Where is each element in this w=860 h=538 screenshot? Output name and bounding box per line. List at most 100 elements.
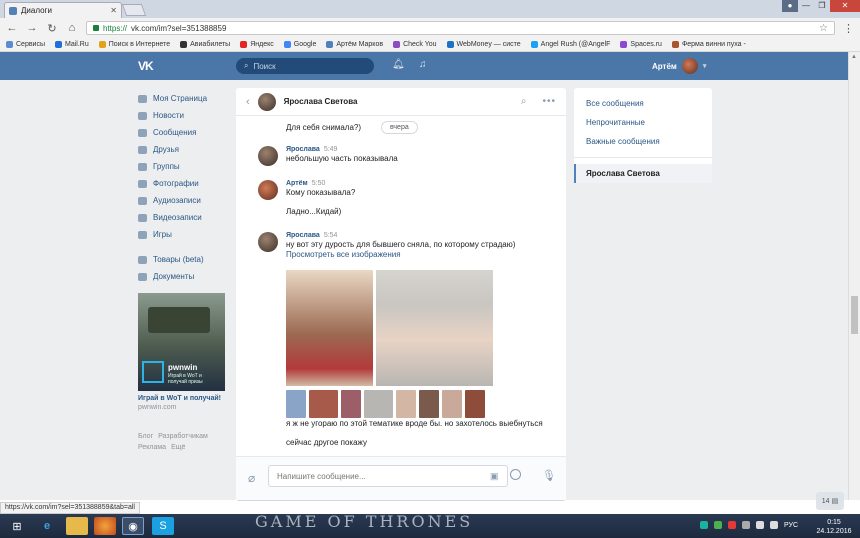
photo[interactable] xyxy=(376,270,493,386)
avatar[interactable] xyxy=(258,180,278,200)
bookmark-item[interactable]: Check You xyxy=(393,41,437,48)
bell-icon[interactable]: 🔔︎ xyxy=(392,59,405,70)
url-field[interactable]: https://vk.com/im?sel=351388859 ☆ xyxy=(86,21,835,35)
nav-games[interactable]: Игры xyxy=(138,226,228,243)
language-indicator[interactable]: РУС xyxy=(784,522,798,529)
bookmark-item[interactable]: Ферма винни пуха - xyxy=(671,41,746,48)
camera-icon[interactable]: ▣ xyxy=(490,471,499,482)
bookmark-item[interactable]: Сервисы xyxy=(6,41,45,48)
vk-logo[interactable]: VK xyxy=(138,59,154,73)
tray-app-icon[interactable] xyxy=(742,521,750,529)
music-icon[interactable]: ♫ xyxy=(419,59,427,70)
photo-thumb[interactable] xyxy=(309,390,338,418)
timestamp: 5:50 xyxy=(311,180,326,187)
browser-menu-icon[interactable]: ⋮ xyxy=(843,22,854,35)
ad-title[interactable]: Играй в WoT и получай! xyxy=(138,395,225,402)
selected-dialog[interactable]: Ярослава Светова xyxy=(574,164,712,183)
peer-name[interactable]: Ярослава Светова xyxy=(284,97,358,106)
paperclip-icon[interactable]: ⌀ xyxy=(248,471,255,485)
bookmark-item[interactable]: WebMoney — систе xyxy=(446,41,521,48)
bookmark-item[interactable]: Mail.Ru xyxy=(55,41,89,48)
photo-thumb[interactable] xyxy=(442,390,462,418)
profile-icon[interactable]: ● xyxy=(782,0,798,12)
vk-search-input[interactable]: ⌕ Поиск xyxy=(236,58,374,74)
skype-icon[interactable]: S xyxy=(152,517,174,535)
windows-start-icon[interactable]: ⊞ xyxy=(6,517,28,535)
nav-news[interactable]: Новости xyxy=(138,107,228,124)
footer-dev[interactable]: Разработчикам xyxy=(158,433,208,440)
reload-icon[interactable]: ↻ xyxy=(46,22,58,35)
microphone-icon[interactable]: 🎙︎ xyxy=(542,469,556,482)
folder-icon[interactable] xyxy=(66,517,88,535)
network-icon[interactable] xyxy=(756,521,764,529)
nav-messages[interactable]: Сообщения xyxy=(138,124,228,141)
maximize-button[interactable]: ❐ xyxy=(814,0,830,12)
footer-more[interactable]: Ещё xyxy=(171,444,185,451)
tray-app-icon[interactable] xyxy=(714,521,722,529)
photo-thumb[interactable] xyxy=(286,390,306,418)
forward-icon[interactable]: → xyxy=(26,22,38,34)
message-input[interactable]: Напишите сообщение... xyxy=(268,465,508,487)
photo[interactable] xyxy=(286,270,373,386)
tray-app-icon[interactable] xyxy=(728,521,736,529)
ie-icon[interactable]: e xyxy=(36,517,58,535)
nav-audio[interactable]: Аудиозаписи xyxy=(138,192,228,209)
window-close-button[interactable]: ✕ xyxy=(830,0,860,12)
scroll-up-icon[interactable]: ▲ xyxy=(851,54,857,60)
avatar[interactable] xyxy=(257,92,276,111)
bookmark-item[interactable]: Яндекс xyxy=(240,41,274,48)
filter-all-messages[interactable]: Все сообщения xyxy=(574,94,712,113)
nav-docs[interactable]: Документы xyxy=(138,268,228,285)
bookmark-item[interactable]: Angel Rush (@AngelF xyxy=(530,41,610,48)
bookmark-star-icon[interactable]: ☆ xyxy=(819,23,828,34)
photo-thumb[interactable] xyxy=(419,390,439,418)
back-arrow-icon[interactable]: ‹ xyxy=(246,96,250,108)
user-menu[interactable]: Артём ▾ xyxy=(652,58,706,74)
emoji-icon[interactable] xyxy=(510,469,521,480)
bookmark-item[interactable]: Артём Марков xyxy=(326,41,383,48)
nav-video[interactable]: Видеозаписи xyxy=(138,209,228,226)
view-all-images-link[interactable]: Просмотреть все изображения xyxy=(286,250,558,259)
page-scrollbar[interactable]: ▲ xyxy=(848,52,860,500)
bookmark-item[interactable]: Авиабилеты xyxy=(180,41,230,48)
new-tab-button[interactable] xyxy=(121,4,147,16)
avatar[interactable] xyxy=(258,146,278,166)
photo-thumb[interactable] xyxy=(396,390,416,418)
ad-block[interactable]: pwnwin Играй в WoT и получай призы Играй… xyxy=(138,293,225,411)
groups-icon xyxy=(138,162,147,171)
clock[interactable]: 0:15 24.12.2016 xyxy=(814,518,854,536)
volume-icon[interactable] xyxy=(770,521,778,529)
author[interactable]: Ярослава xyxy=(286,146,320,153)
chrome-icon[interactable]: ◉ xyxy=(122,517,144,535)
nav-market[interactable]: Товары (beta) xyxy=(138,251,228,268)
ad-image[interactable]: pwnwin Играй в WoT и получай призы xyxy=(138,293,225,391)
back-icon[interactable]: ← xyxy=(6,22,18,34)
nav-my-page[interactable]: Моя Страница xyxy=(138,90,228,107)
scroll-thumb[interactable] xyxy=(851,296,858,334)
search-icon[interactable]: ⌕ xyxy=(521,96,527,107)
footer-blog[interactable]: Блог xyxy=(138,433,153,440)
firefox-icon[interactable] xyxy=(94,517,116,535)
bookmark-item[interactable]: Поиск в Интернете xyxy=(98,41,170,48)
nav-photos[interactable]: Фотографии xyxy=(138,175,228,192)
avatar[interactable] xyxy=(258,232,278,252)
home-icon[interactable]: ⌂ xyxy=(66,22,78,34)
minimize-button[interactable]: — xyxy=(798,0,814,12)
dialog-counter[interactable]: 14 ▤ xyxy=(816,492,844,510)
nav-groups[interactable]: Группы xyxy=(138,158,228,175)
filter-unread[interactable]: Непрочитанные xyxy=(574,113,712,132)
filter-important[interactable]: Важные сообщения xyxy=(574,132,712,151)
photo-thumb[interactable] xyxy=(465,390,485,418)
tab-close-icon[interactable]: ✕ xyxy=(110,6,117,15)
author[interactable]: Ярослава xyxy=(286,232,320,239)
author[interactable]: Артём xyxy=(286,180,308,187)
more-icon[interactable]: ••• xyxy=(542,96,556,107)
bookmark-item[interactable]: Spaces.ru xyxy=(620,41,662,48)
browser-tab[interactable]: Диалоги ✕ xyxy=(4,2,122,18)
nav-friends[interactable]: Друзья xyxy=(138,141,228,158)
photo-thumb[interactable] xyxy=(341,390,361,418)
bookmark-item[interactable]: Google xyxy=(283,41,316,48)
tray-app-icon[interactable] xyxy=(700,521,708,529)
footer-ads[interactable]: Реклама xyxy=(138,444,166,451)
photo-thumb[interactable] xyxy=(364,390,393,418)
